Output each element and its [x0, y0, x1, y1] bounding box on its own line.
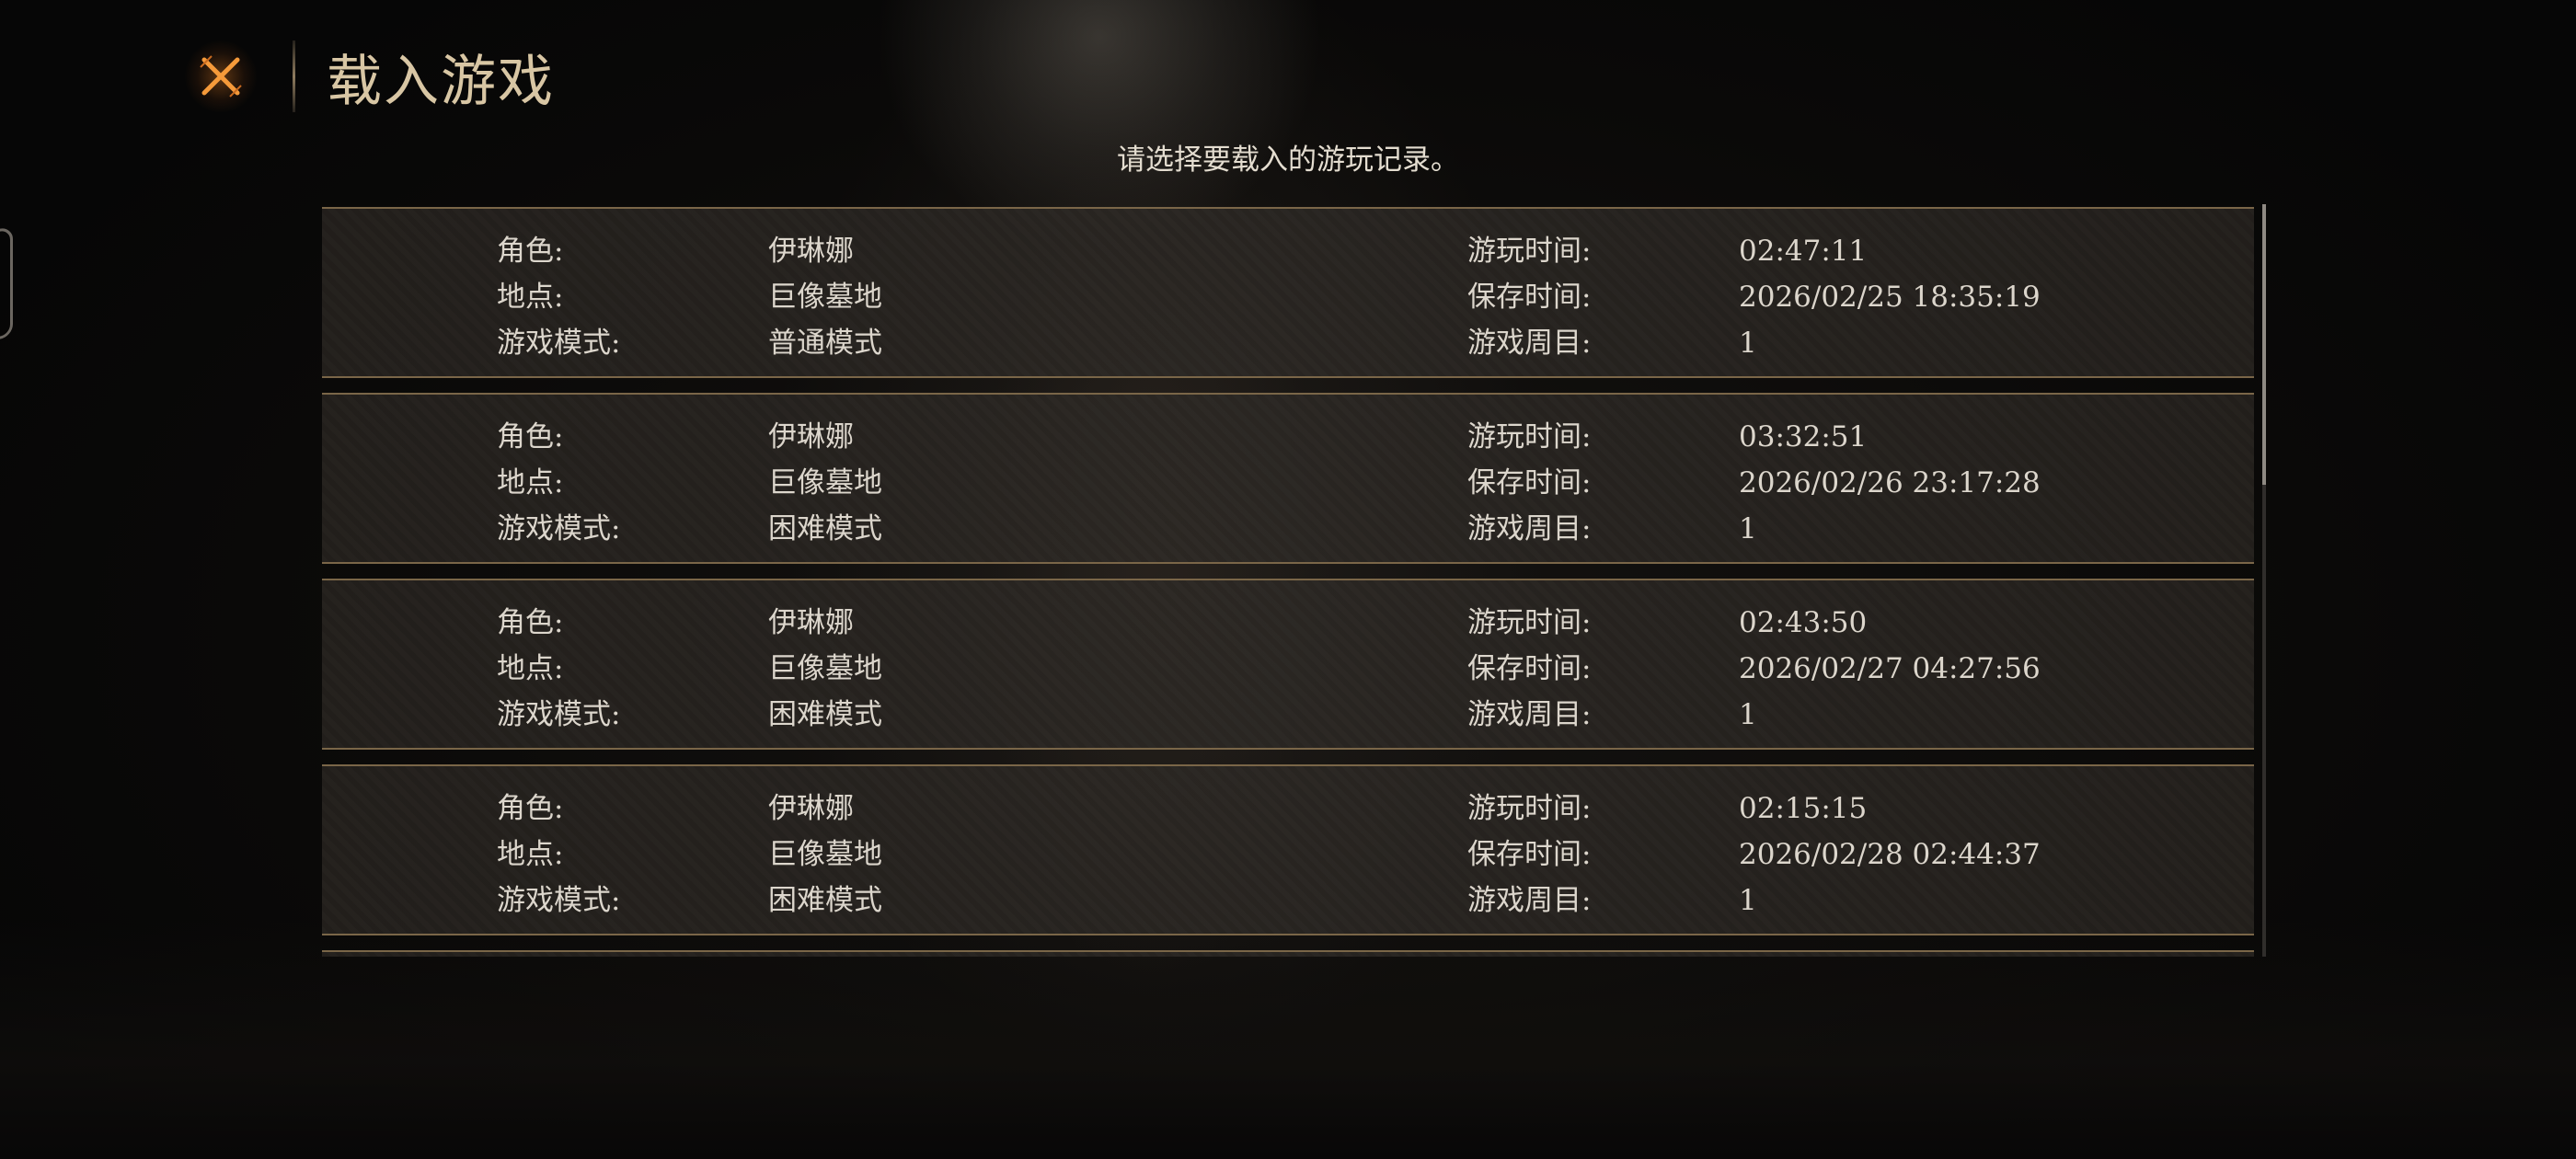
left-edge-tab[interactable] — [0, 226, 13, 344]
location-value: 巨像墓地 — [768, 466, 882, 499]
close-x-icon — [200, 55, 242, 98]
playtime-label: 游玩时间: — [1467, 420, 1592, 453]
mode-value: 困难模式 — [768, 884, 882, 917]
location-label: 地点: — [497, 281, 564, 314]
savetime-value: 2026/02/25 18:35:19 — [1739, 281, 2041, 314]
save-slot-4[interactable]: 角色: 伊琳娜 地点: 巨像墓地 游戏模式: 困难模式 游玩时间: 02:15:… — [322, 764, 2254, 935]
save-slot-2[interactable]: 角色: 伊琳娜 地点: 巨像墓地 游戏模式: 困难模式 游玩时间: 03:32:… — [322, 393, 2254, 564]
mode-label: 游戏模式: — [497, 512, 621, 545]
playtime-label: 游玩时间: — [1467, 235, 1592, 268]
save-list: 角色: 伊琳娜 地点: 巨像墓地 游戏模式: 普通模式 游玩时间: 02:47:… — [322, 207, 2254, 957]
location-value: 巨像墓地 — [768, 281, 882, 314]
save-slot-1[interactable]: 角色: 伊琳娜 地点: 巨像墓地 游戏模式: 普通模式 游玩时间: 02:47:… — [322, 207, 2254, 378]
instruction-text: 请选择要载入的游玩记录。 — [1117, 143, 1459, 177]
playtime-value: 02:15:15 — [1739, 792, 1868, 825]
playtime-value: 03:32:51 — [1739, 420, 1868, 453]
mode-value: 困难模式 — [768, 512, 882, 545]
character-value: 伊琳娜 — [768, 420, 854, 453]
savetime-label: 保存时间: — [1467, 652, 1592, 685]
mode-value: 普通模式 — [768, 327, 882, 360]
location-label: 地点: — [497, 652, 564, 685]
save-slot-3[interactable]: 角色: 伊琳娜 地点: 巨像墓地 游戏模式: 困难模式 游玩时间: 02:43:… — [322, 579, 2254, 750]
character-value: 伊琳娜 — [768, 792, 854, 825]
playtime-label: 游玩时间: — [1467, 792, 1592, 825]
mode-value: 困难模式 — [768, 698, 882, 731]
savetime-label: 保存时间: — [1467, 281, 1592, 314]
cycle-label: 游戏周目: — [1467, 512, 1592, 545]
cycle-label: 游戏周目: — [1467, 884, 1592, 917]
character-label: 角色: — [497, 235, 564, 268]
character-label: 角色: — [497, 420, 564, 453]
character-label: 角色: — [497, 792, 564, 825]
location-value: 巨像墓地 — [768, 652, 882, 685]
scrollbar-thumb[interactable] — [2262, 204, 2266, 485]
mode-label: 游戏模式: — [497, 327, 621, 360]
playtime-label: 游玩时间: — [1467, 606, 1592, 639]
savetime-value: 2026/02/26 23:17:28 — [1739, 466, 2041, 499]
page-title: 载入游戏 — [327, 49, 555, 114]
cycle-value: 1 — [1739, 512, 1757, 545]
character-value: 伊琳娜 — [768, 235, 854, 268]
playtime-value: 02:43:50 — [1739, 606, 1868, 639]
location-label: 地点: — [497, 838, 564, 871]
mode-label: 游戏模式: — [497, 698, 621, 731]
savetime-label: 保存时间: — [1467, 466, 1592, 499]
savetime-label: 保存时间: — [1467, 838, 1592, 871]
close-button[interactable] — [184, 40, 258, 113]
cycle-value: 1 — [1739, 327, 1757, 360]
mode-label: 游戏模式: — [497, 884, 621, 917]
save-slot-5-partial[interactable] — [322, 950, 2254, 957]
character-value: 伊琳娜 — [768, 606, 854, 639]
header-divider — [293, 40, 295, 112]
location-value: 巨像墓地 — [768, 838, 882, 871]
savetime-value: 2026/02/28 02:44:37 — [1739, 838, 2041, 871]
savetime-value: 2026/02/27 04:27:56 — [1739, 652, 2041, 685]
cycle-label: 游戏周目: — [1467, 327, 1592, 360]
playtime-value: 02:47:11 — [1739, 235, 1868, 268]
header: 载入游戏 — [184, 35, 555, 118]
character-label: 角色: — [497, 606, 564, 639]
cycle-label: 游戏周目: — [1467, 698, 1592, 731]
cycle-value: 1 — [1739, 884, 1757, 917]
location-label: 地点: — [497, 466, 564, 499]
cycle-value: 1 — [1739, 698, 1757, 731]
